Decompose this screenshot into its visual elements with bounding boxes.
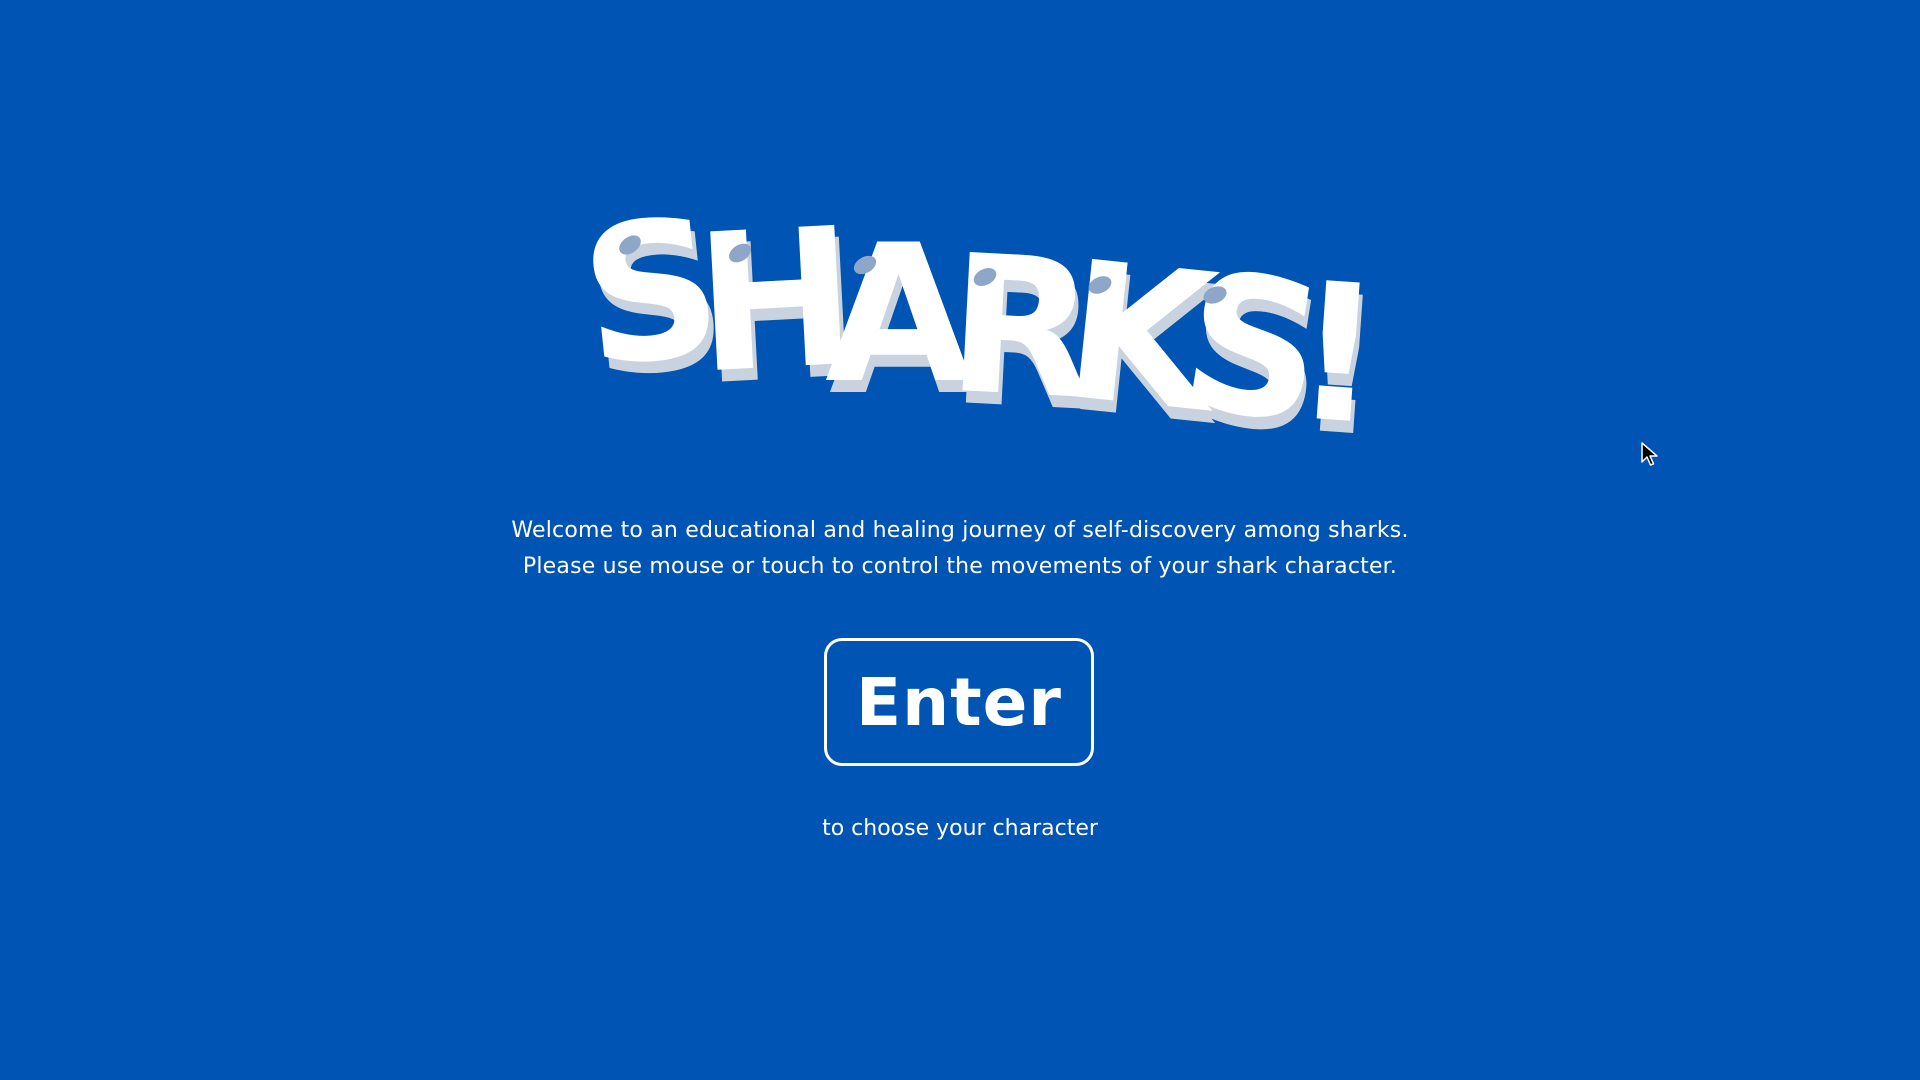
intro-text-line-2: Please use mouse or touch to control the…: [522, 554, 1398, 579]
sharks-logo: S H A R K S! S H A R K S!: [560, 176, 1392, 481]
intro-text-line-1: Welcome to an educational and healing jo…: [511, 518, 1409, 543]
choose-character-hint: to choose your character: [822, 816, 1098, 841]
title-screen: S H A R K S! S H A R K S! Welcome to an educationa…: [0, 0, 1920, 1080]
mouse-pointer-icon: [1641, 442, 1659, 468]
logo-letter-exclamation: !: [1287, 241, 1389, 468]
enter-button-label: Enter: [856, 663, 1062, 741]
sharks-logo-graphic: SHARKS! SHARKS!: [572, 176, 1392, 481]
enter-button[interactable]: Enter: [824, 638, 1094, 766]
